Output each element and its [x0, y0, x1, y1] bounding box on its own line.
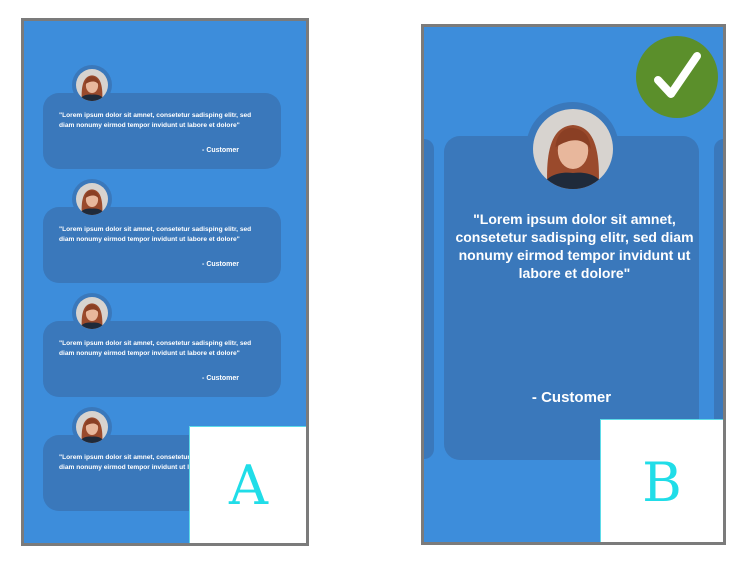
- woman-portrait-icon: [76, 411, 108, 443]
- avatar: [72, 293, 112, 333]
- testimonial-card: [43, 93, 281, 169]
- checkmark-icon: [636, 36, 718, 118]
- woman-portrait-icon: [76, 297, 108, 329]
- label-b-box: B: [600, 419, 723, 542]
- avatar: [526, 102, 619, 195]
- testimonial-customer: - Customer: [202, 147, 239, 154]
- label-b-text: B: [642, 450, 682, 514]
- testimonial-quote: "Lorem ipsum dolor sit amnet, consetetur…: [59, 340, 252, 357]
- avatar: [72, 179, 112, 219]
- testimonial-quote: "Lorem ipsum dolor sit amnet, consetetur…: [59, 112, 252, 129]
- carousel-next-card: [714, 139, 723, 459]
- woman-portrait-icon: [76, 69, 108, 101]
- testimonial-customer: - Customer: [202, 261, 239, 268]
- carousel-prev-card: [424, 139, 434, 459]
- testimonial-quote: "Lorem ipsum dolor sit amnet, consetetur…: [455, 211, 694, 281]
- testimonial-customer: - Customer: [202, 375, 239, 382]
- testimonial-card: [43, 207, 281, 283]
- testimonial-quote: "Lorem ipsum dolor sit amnet, consetetur…: [59, 226, 252, 243]
- avatar: [72, 407, 112, 447]
- label-a-box: A: [189, 426, 306, 543]
- phone-b-screen: "Lorem ipsum dolor sit amnet, consetetur…: [421, 24, 726, 545]
- avatar: [72, 65, 112, 105]
- testimonial-card: [43, 321, 281, 397]
- woman-portrait-icon: [76, 183, 108, 215]
- phone-a-screen: "Lorem ipsum dolor sit amnet, consetetur…: [21, 18, 309, 546]
- woman-portrait-icon: [533, 109, 613, 189]
- testimonial-customer: - Customer: [531, 389, 612, 406]
- label-a-text: A: [229, 454, 268, 517]
